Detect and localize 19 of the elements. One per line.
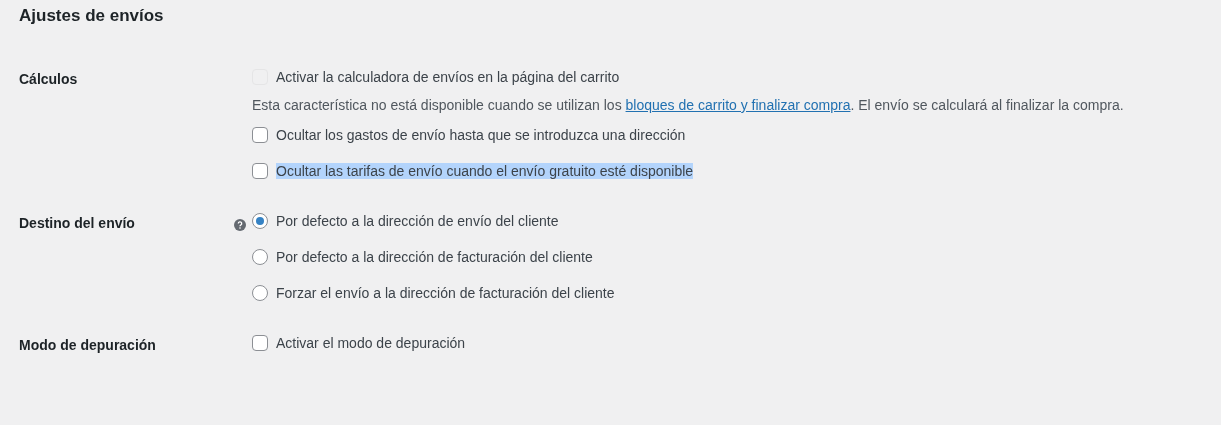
radio-button[interactable] (252, 285, 268, 301)
radio-button[interactable] (252, 249, 268, 265)
checkbox-label: Activar el modo de depuración (276, 335, 466, 351)
radio-label: Por defecto a la dirección de envío del cliente (276, 213, 559, 229)
setting-label: Destino del envío (19, 214, 135, 231)
checkbox[interactable] (252, 127, 268, 143)
page-heading: Ajustes de envíos (18, 5, 165, 27)
radio-label: Por defecto a la dirección de facturación del cliente (276, 249, 593, 265)
description-text: Esta característica no está disponible cuando se utilizan los bloques de carrito y finalizar compra. El envío se calculará al finalizar la compra. (252, 97, 1125, 113)
radio-label: Forzar el envío a la dirección de facturación del cliente (276, 285, 615, 301)
checkbox-label: Activar la calculadora de envíos en la página del carrito (276, 69, 620, 85)
checkbox[interactable] (252, 335, 268, 351)
radio-button[interactable] (252, 213, 268, 229)
help-icon[interactable] (234, 219, 246, 231)
setting-label: Modo de depuración (19, 336, 156, 353)
setting-label: Cálculos (19, 70, 78, 87)
checkbox-label: Ocultar los gastos de envío hasta que se introduzca una dirección (276, 127, 686, 143)
checkbox[interactable] (252, 163, 268, 179)
checkbox-label: Ocultar las tarifas de envío cuando el envío gratuito esté disponible (276, 163, 694, 179)
